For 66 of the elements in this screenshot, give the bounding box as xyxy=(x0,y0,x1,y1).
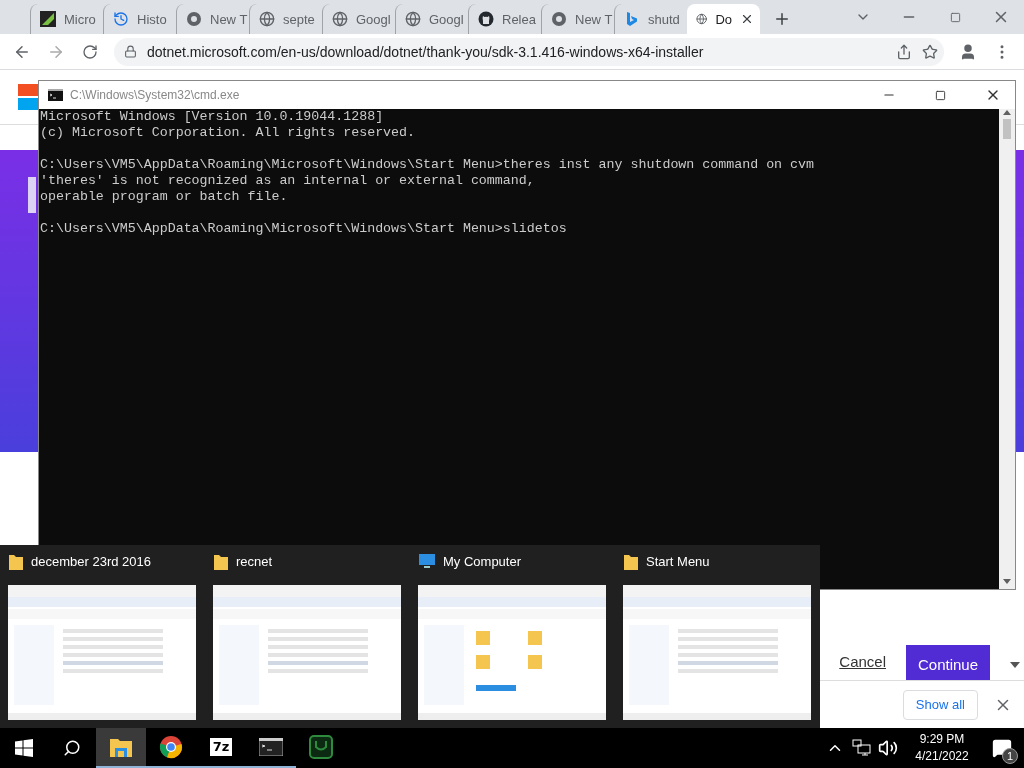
scroll-up-icon[interactable] xyxy=(1003,109,1011,115)
browser-logo-icon xyxy=(186,11,202,27)
console-line: 'theres' is not recognized as an internal or external command, xyxy=(40,173,536,189)
folder-icon xyxy=(109,736,133,758)
logo-icon xyxy=(18,84,40,110)
globe-icon xyxy=(259,11,275,27)
window-title: C:\Windows\System32\cmd.exe xyxy=(70,88,241,102)
share-icon[interactable] xyxy=(896,43,912,60)
folder-icon xyxy=(9,553,23,570)
browser-logo-icon xyxy=(551,11,567,27)
browser-tab[interactable]: Googl xyxy=(322,4,395,34)
url-text: dotnet.microsoft.com/en-us/download/dotnet/thank-you/sdk-3.1.416-windows-x64-installer xyxy=(147,43,705,60)
browser-tab[interactable]: Googl xyxy=(395,4,468,34)
folder-icon xyxy=(624,553,638,570)
history-icon xyxy=(113,11,129,27)
browser-tab[interactable]: septe xyxy=(249,4,322,34)
thumbnail-title: recnet xyxy=(236,554,273,569)
network-icon[interactable] xyxy=(852,739,872,757)
notification-badge: 1 xyxy=(1002,748,1018,764)
plus-icon[interactable] xyxy=(773,10,791,28)
terminal-icon xyxy=(259,738,283,756)
scroll-thumb[interactable] xyxy=(1003,119,1011,139)
console-line: C:\Users\VM5\AppData\Roaming\Microsoft\Windows\Start Menu>slidetos xyxy=(40,221,568,237)
thumbnail-title: Start Menu xyxy=(646,554,710,569)
windows-logo-icon[interactable] xyxy=(15,739,33,757)
show-all-button[interactable]: Show all xyxy=(902,689,978,720)
taskbar-app-button[interactable] xyxy=(96,728,146,768)
terminal-icon xyxy=(48,89,63,101)
browser-tab[interactable]: New T xyxy=(541,4,614,34)
cancel-link[interactable]: Cancel xyxy=(839,653,886,670)
browser-tab[interactable]: Do xyxy=(687,4,760,34)
globe-icon xyxy=(332,11,348,27)
reload-icon[interactable] xyxy=(82,43,98,60)
browser-tab[interactable]: Relea xyxy=(468,4,541,34)
scroll-down-icon[interactable] xyxy=(1010,662,1020,668)
address-bar[interactable]: dotnet.microsoft.com/en-us/download/dotnet/thank-you/sdk-3.1.416-windows-x64-installer xyxy=(114,37,944,66)
folder-icon xyxy=(214,553,228,570)
console-line: C:\Users\VM5\AppData\Roaming\Microsoft\Windows\Start Menu>theres inst any shutdown command on cvm xyxy=(40,157,815,173)
browser-tab[interactable]: New T xyxy=(176,4,249,34)
thumbnail-title: My Computer xyxy=(443,554,522,569)
star-icon[interactable] xyxy=(922,43,938,60)
console-line: (c) Microsoft Corporation. All rights reserved. xyxy=(40,125,417,141)
clock-date[interactable]: 4/21/2022 xyxy=(915,748,969,765)
globe-icon xyxy=(405,11,421,27)
browser-tab[interactable]: Micro xyxy=(30,4,103,34)
app-icon xyxy=(308,734,334,760)
app-icon xyxy=(40,11,56,27)
archive-app-icon: 7z xyxy=(209,738,233,756)
maximize-icon[interactable] xyxy=(935,89,946,101)
console-line: operable program or batch file. xyxy=(40,189,289,205)
globe-icon xyxy=(696,11,708,27)
continue-button[interactable]: Continue xyxy=(906,645,990,680)
lock-icon xyxy=(124,45,137,58)
console-line: Microsoft Windows [Version 10.0.19044.1288] xyxy=(40,109,385,125)
b-logo-icon xyxy=(624,11,640,27)
volume-icon[interactable] xyxy=(878,738,898,758)
restore-icon[interactable] xyxy=(949,11,961,23)
computer-icon xyxy=(419,554,435,569)
thumbnail-title: december 23rd 2016 xyxy=(31,554,151,569)
browser-logo-icon xyxy=(159,735,183,759)
person-icon[interactable] xyxy=(959,42,977,61)
search-icon[interactable] xyxy=(63,739,81,757)
clock-time[interactable]: 9:29 PM xyxy=(919,731,965,748)
tab-close-button[interactable] xyxy=(740,12,754,26)
browser-tab[interactable]: Histo xyxy=(103,4,176,34)
scroll-down-icon[interactable] xyxy=(1003,579,1011,585)
